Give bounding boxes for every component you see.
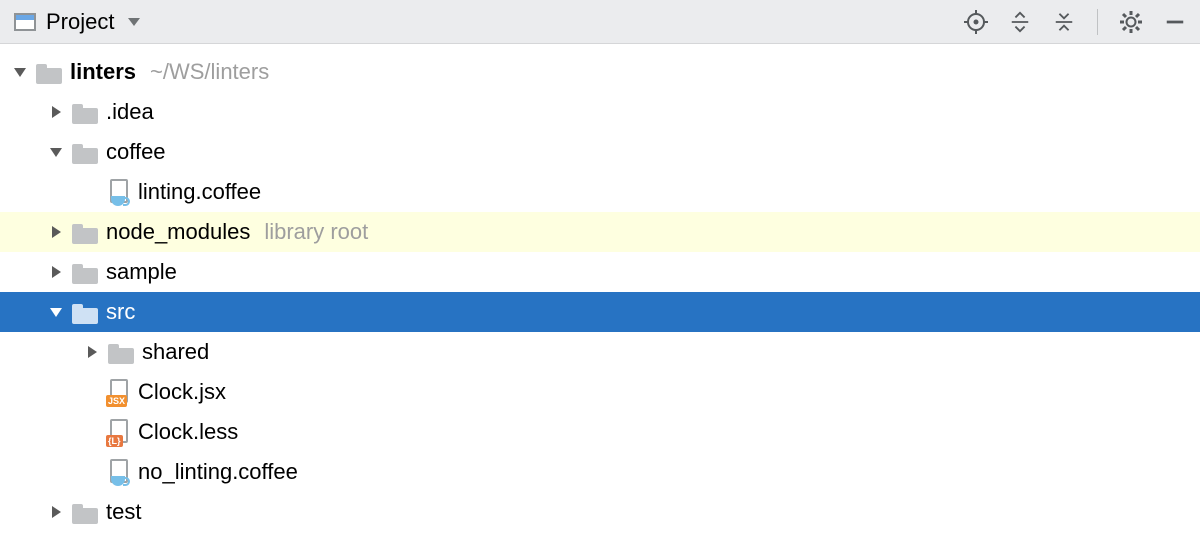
folder-icon [72,302,98,322]
tree-row[interactable]: shared [0,332,1200,372]
view-selector-label: Project [46,9,114,35]
folder-icon [36,62,62,82]
tree-item-label: coffee [106,139,166,165]
tree-row[interactable]: test [0,492,1200,532]
project-tree[interactable]: linters ~/WS/linters .idea coffee linting.co… [0,44,1200,532]
folder-icon [72,502,98,522]
divider [1097,9,1098,35]
coffee-file-icon [108,459,130,485]
tree-row[interactable]: src [0,292,1200,332]
chevron-right-icon[interactable] [50,505,64,519]
chevron-right-icon[interactable] [50,265,64,279]
target-icon [964,10,988,34]
chevron-right-icon[interactable] [86,345,100,359]
tree-item-label: src [106,299,135,325]
tree-item-label: Clock.jsx [138,379,226,405]
tree-row[interactable]: node_modules library root [0,212,1200,252]
tree-row[interactable]: no_linting.coffee [0,452,1200,492]
folder-icon [72,262,98,282]
tree-row[interactable]: coffee [0,132,1200,172]
tree-row[interactable]: {L} Clock.less [0,412,1200,452]
tree-item-label: sample [106,259,177,285]
minimize-icon [1164,11,1186,33]
chevron-right-icon[interactable] [50,225,64,239]
chevron-down-icon[interactable] [14,65,28,79]
tree-row[interactable]: sample [0,252,1200,292]
tree-row[interactable]: .idea [0,92,1200,132]
tree-row[interactable]: linting.coffee [0,172,1200,212]
tree-item-label: Clock.less [138,419,238,445]
coffee-file-icon [108,179,130,205]
less-file-icon: {L} [108,419,130,445]
tree-row[interactable]: linters ~/WS/linters [0,52,1200,92]
project-window-icon [14,13,36,31]
tree-item-label: shared [142,339,209,365]
collapse-all-icon [1053,11,1075,33]
chevron-down-icon [128,18,140,26]
expand-all-button[interactable] [1007,9,1033,35]
tree-item-label: no_linting.coffee [138,459,298,485]
folder-icon [72,142,98,162]
select-opened-file-button[interactable] [963,9,989,35]
tree-item-hint: ~/WS/linters [150,59,269,85]
tree-item-label: linting.coffee [138,179,261,205]
chevron-down-icon[interactable] [50,145,64,159]
tree-item-label: test [106,499,141,525]
tree-item-hint: library root [264,219,368,245]
tree-row[interactable]: JSX Clock.jsx [0,372,1200,412]
tree-item-label: .idea [106,99,154,125]
hide-tool-window-button[interactable] [1162,9,1188,35]
tree-item-label: node_modules [106,219,250,245]
view-selector[interactable]: Project [14,9,140,35]
expand-all-icon [1009,11,1031,33]
folder-icon [72,102,98,122]
folder-icon [108,342,134,362]
chevron-right-icon[interactable] [50,105,64,119]
tree-item-label: linters [70,59,136,85]
chevron-down-icon[interactable] [50,305,64,319]
gear-icon [1119,10,1143,34]
folder-icon [72,222,98,242]
collapse-all-button[interactable] [1051,9,1077,35]
jsx-file-icon: JSX [108,379,130,405]
tool-window-header: Project [0,0,1200,44]
tool-window-settings-button[interactable] [1118,9,1144,35]
